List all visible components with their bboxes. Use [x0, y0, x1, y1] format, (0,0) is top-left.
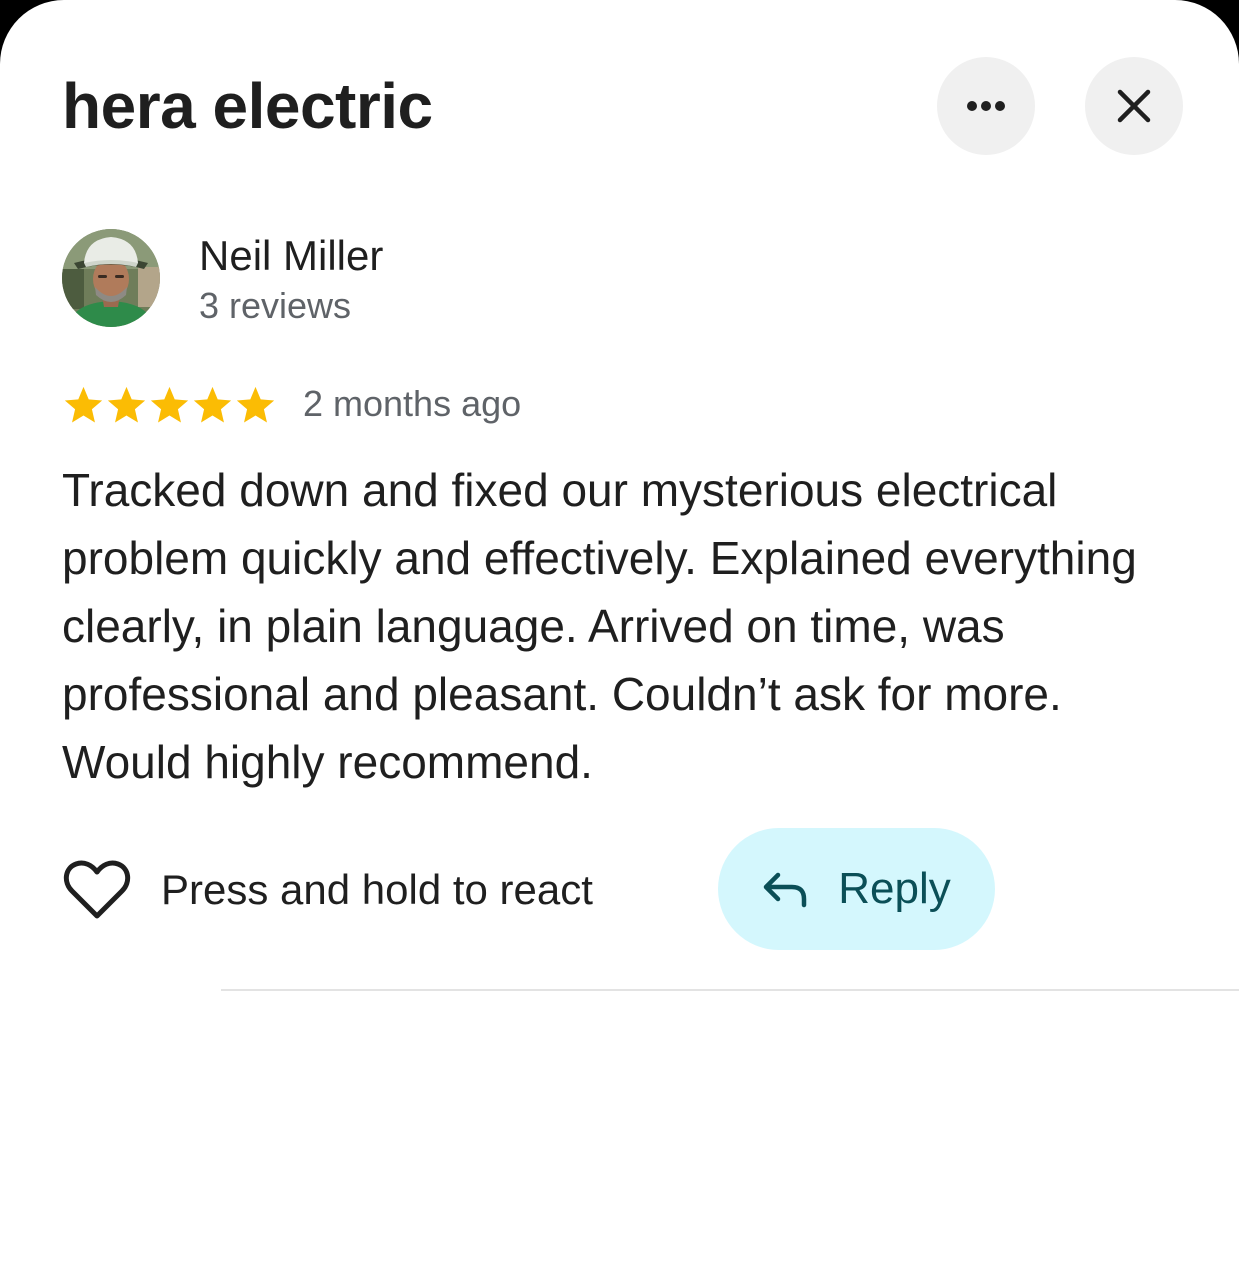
user-avatar-photo: [62, 229, 160, 327]
reviewer-name[interactable]: Neil Miller: [199, 232, 383, 280]
review-date: 2 months ago: [303, 383, 522, 424]
star-icon: [236, 386, 275, 423]
star-icon: [107, 386, 146, 423]
place-title: hera electric: [62, 70, 433, 142]
star-icon: [64, 386, 103, 423]
review-sheet: hera electric Neil Miller 3 reviews 2 mo…: [0, 0, 1239, 1274]
reviewer-review-count: 3 reviews: [199, 285, 352, 326]
reviewer-avatar[interactable]: [62, 229, 160, 327]
more-horizontal-icon: [967, 101, 1005, 111]
react-button[interactable]: Press and hold to react: [62, 856, 593, 924]
divider: [221, 989, 1239, 991]
react-label: Press and hold to react: [161, 866, 593, 913]
star-icon: [150, 386, 189, 423]
star-rating: [62, 383, 277, 427]
reply-arrow-icon: [764, 872, 807, 908]
reply-button[interactable]: Reply: [718, 828, 995, 950]
review-text: Tracked down and fixed our mysterious el…: [62, 464, 1137, 788]
close-button[interactable]: [1085, 57, 1183, 155]
more-options-button[interactable]: [937, 57, 1035, 155]
heart-outline-icon: [63, 860, 131, 919]
close-icon: [1117, 89, 1151, 123]
reply-label: Reply: [838, 864, 951, 913]
star-icon: [193, 386, 232, 423]
